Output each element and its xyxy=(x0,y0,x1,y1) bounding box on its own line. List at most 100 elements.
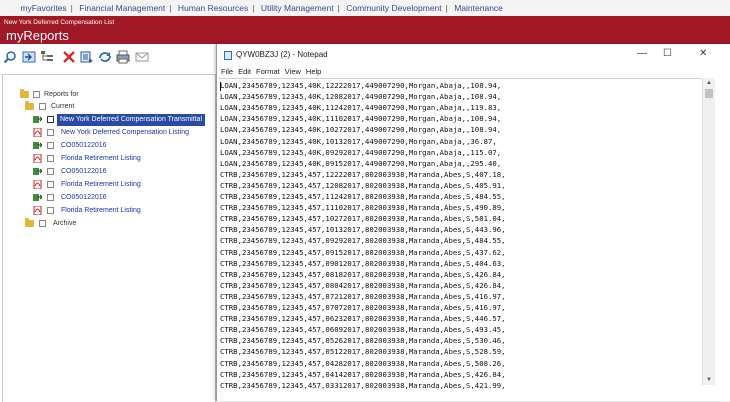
scroll-thumb[interactable] xyxy=(705,89,713,98)
checkbox[interactable] xyxy=(39,219,46,227)
checkbox[interactable] xyxy=(47,193,54,201)
text-line: CTRB,23456789,12345,457,10272017,8020039… xyxy=(220,214,506,224)
report-toolbar xyxy=(0,46,216,72)
text-line: LOAN,23456789,12345,40K,09152017,4490072… xyxy=(220,158,502,168)
text-line: LOAN,23456789,12345,40K,12082017,4490072… xyxy=(220,92,502,102)
menu-help[interactable]: Help xyxy=(306,66,321,78)
tree-root-reports-for[interactable]: Reports for xyxy=(3,89,213,101)
text-line: CTRB,23456789,12345,457,04142017,8020039… xyxy=(220,369,506,379)
text-line: CTRB,23456789,12345,457,04282017,8020039… xyxy=(220,358,506,368)
tree-item-co050122016-1[interactable]: CO050122016 xyxy=(3,140,213,152)
folder-icon xyxy=(25,218,34,227)
text-line: LOAN,23456789,12345,40K,10132017,4490072… xyxy=(220,136,497,146)
notepad-window: QYW0BZ3J (2) - Notepad — ☐ ✕ File Edit For… xyxy=(216,44,730,401)
notepad-text-area[interactable]: LOAN,23456789,12345,40K,12222017,4490072… xyxy=(218,78,702,402)
scroll-down-arrow-icon[interactable]: ▼ xyxy=(703,375,715,385)
page-title: myReports xyxy=(6,28,69,43)
nav-financial-management[interactable]: Financial Management xyxy=(79,0,165,16)
folder-open-icon xyxy=(25,101,34,110)
tree-item-florida-retirement-2[interactable]: Florida Retirement Listing xyxy=(3,179,213,191)
nav-myfavorites[interactable]: myFavorites xyxy=(20,0,66,16)
vertical-scrollbar[interactable]: ▲ ▼ xyxy=(702,78,715,385)
tree-item-co050122016-2[interactable]: CO050122016 xyxy=(3,166,213,178)
text-line: LOAN,23456789,12345,40K,10272017,4490072… xyxy=(220,125,502,135)
text-line: CTRB,23456789,12345,457,11102017,8020039… xyxy=(220,203,506,213)
text-line: CTRB,23456789,12345,457,08042017,8020039… xyxy=(220,280,506,290)
text-line: CTRB,23456789,12345,457,06092017,8020039… xyxy=(220,325,506,335)
notepad-title: QYW0BZ3J (2) - Notepad xyxy=(236,50,328,59)
tree-item-florida-retirement-3[interactable]: Florida Retirement Listing xyxy=(3,205,213,217)
text-line: CTRB,23456789,12345,457,12222017,8020039… xyxy=(220,169,506,179)
tree-folder-archive[interactable]: Archive xyxy=(3,218,213,230)
tree-label: Florida Retirement Listing xyxy=(61,207,141,214)
menu-format[interactable]: Format xyxy=(256,66,280,78)
tree-item-co050122016-3[interactable]: CO050122016 xyxy=(3,192,213,204)
menu-view[interactable]: View xyxy=(285,66,301,78)
header-subtitle: New York Deferred Compensation List xyxy=(4,19,115,26)
checkbox[interactable] xyxy=(39,102,46,110)
tree-label: CO050122016 xyxy=(61,168,107,175)
report-tree: Reports for Current New York Deferred Co… xyxy=(2,74,216,402)
text-line: LOAN,23456789,12345,40K,11102017,4490072… xyxy=(220,114,502,124)
checkbox[interactable] xyxy=(33,90,40,98)
text-line: CTRB,23456789,12345,457,12082017,8020039… xyxy=(220,180,506,190)
nav-maintenance[interactable]: Maintenance xyxy=(454,0,503,16)
pdf-icon xyxy=(33,205,42,216)
refresh-icon[interactable] xyxy=(98,50,112,64)
text-line: LOAN,23456789,12345,40K,11242017,4490072… xyxy=(220,103,502,113)
checkbox-checked[interactable] xyxy=(47,115,54,123)
notepad-menubar: File Edit Format View Help xyxy=(217,66,730,78)
text-line: CTRB,23456789,12345,457,11242017,8020039… xyxy=(220,192,506,201)
minimize-button[interactable]: — xyxy=(637,48,647,59)
text-line: CTRB,23456789,12345,457,09152017,8020039… xyxy=(220,247,506,257)
text-line: CTRB,23456789,12345,457,09292017,8020039… xyxy=(220,236,506,246)
checkbox[interactable] xyxy=(47,206,54,214)
text-line: CTRB,23456789,12345,457,07072017,8020039… xyxy=(220,303,506,312)
checkbox[interactable] xyxy=(47,128,54,136)
nav-community-development[interactable]: Community Development xyxy=(346,0,441,16)
delete-icon[interactable] xyxy=(62,50,76,64)
tree-label: New York Deferred Compensation Transmitt… xyxy=(57,114,206,126)
text-line: CTRB,23456789,12345,457,08182017,8020039… xyxy=(220,269,506,279)
nav-human-resources[interactable]: Human Resources xyxy=(178,0,248,16)
import-icon[interactable] xyxy=(22,50,36,64)
checkbox[interactable] xyxy=(47,141,54,149)
text-line: LOAN,23456789,12345,40K,09292017,4490072… xyxy=(220,147,502,157)
checkbox[interactable] xyxy=(47,167,54,175)
checkbox[interactable] xyxy=(47,180,54,188)
tree-item-ny-deferred-listing[interactable]: New York Deferred Compensation Listing xyxy=(3,127,213,139)
print-preview-icon[interactable] xyxy=(80,50,94,64)
maximize-button[interactable]: ☐ xyxy=(663,48,672,59)
text-line: LOAN,23456789,12345,40K,12222017,4490072… xyxy=(220,81,502,90)
nav-utility-management[interactable]: Utility Management xyxy=(261,0,334,16)
text-line: CTRB,23456789,12345,457,10132017,8020039… xyxy=(220,225,506,235)
tree-item-ny-deferred-transmittal[interactable]: New York Deferred Compensation Transmitt… xyxy=(3,114,215,126)
scroll-up-arrow-icon[interactable]: ▲ xyxy=(703,78,715,88)
export-report-icon xyxy=(33,141,43,150)
notepad-titlebar[interactable]: QYW0BZ3J (2) - Notepad — ☐ ✕ xyxy=(217,44,730,66)
tree-item-florida-retirement-1[interactable]: Florida Retirement Listing xyxy=(3,153,213,165)
pdf-icon xyxy=(33,179,42,190)
pdf-icon xyxy=(33,127,42,138)
close-button[interactable]: ✕ xyxy=(699,48,707,59)
print-icon[interactable] xyxy=(116,50,130,64)
menu-edit[interactable]: Edit xyxy=(238,66,251,78)
tree-label: Florida Retirement Listing xyxy=(61,181,141,188)
pdf-icon xyxy=(33,153,42,164)
tree-label: Archive xyxy=(53,220,77,227)
notepad-icon xyxy=(224,51,232,60)
menu-file[interactable]: File xyxy=(221,66,233,78)
export-report-icon xyxy=(33,193,43,202)
text-line: CTRB,23456789,12345,457,05122017,8020039… xyxy=(220,347,506,357)
tree-label: Reports for xyxy=(44,91,79,98)
email-icon[interactable] xyxy=(135,50,149,64)
text-line: CTRB,23456789,12345,457,06232017,8020039… xyxy=(220,314,506,324)
tree-folder-current[interactable]: Current xyxy=(3,101,213,113)
tree-label: Florida Retirement Listing xyxy=(61,155,141,162)
tree-label: CO050122016 xyxy=(61,142,107,149)
tree-list-icon[interactable] xyxy=(40,50,54,64)
checkbox[interactable] xyxy=(47,154,54,162)
search-icon[interactable] xyxy=(3,50,17,64)
tree-label: New York Deferred Compensation Listing xyxy=(61,129,190,136)
tree-label: CO050122016 xyxy=(61,194,107,201)
